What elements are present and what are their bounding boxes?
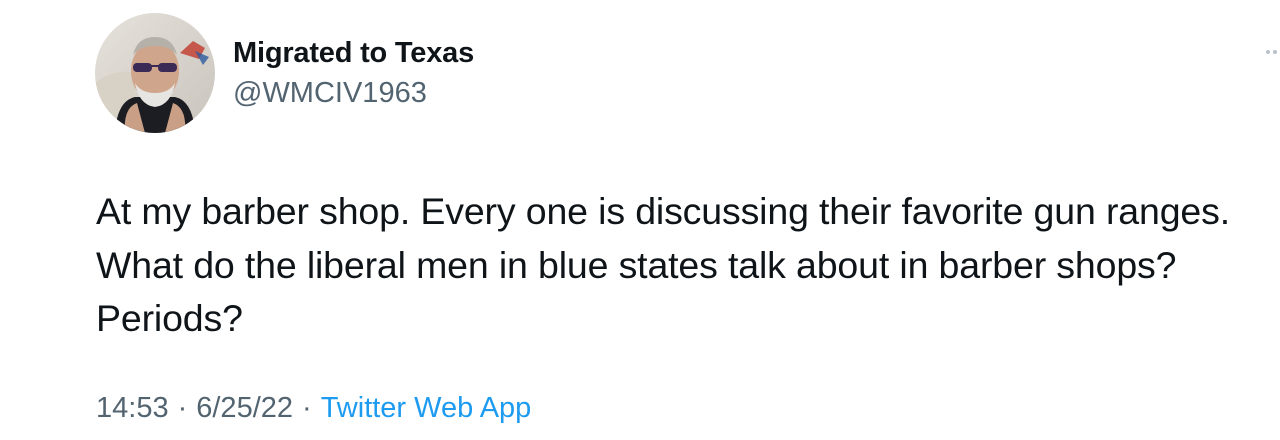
meta-separator: · — [302, 392, 312, 424]
tweet-meta: 14:53 · 6/25/22 · Twitter Web App — [96, 389, 531, 427]
more-dot — [1273, 50, 1277, 54]
tweet: Migrated to Texas @WMCIV1963 At my barbe… — [0, 0, 1280, 440]
more-dot — [1266, 50, 1270, 54]
avatar[interactable] — [95, 13, 215, 133]
tweet-source-link[interactable]: Twitter Web App — [321, 392, 532, 424]
meta-separator: · — [177, 392, 188, 424]
tweet-text: At my barber shop. Every one is discussi… — [96, 190, 1230, 339]
author-display-name[interactable]: Migrated to Texas — [233, 34, 474, 72]
tweet-time[interactable]: 14:53 — [96, 392, 169, 424]
tweet-date[interactable]: 6/25/22 — [196, 392, 293, 424]
avatar-photo-icon — [95, 13, 215, 133]
user-block: Migrated to Texas @WMCIV1963 — [233, 34, 474, 112]
more-horizontal-icon[interactable] — [1266, 45, 1280, 59]
author-handle[interactable]: @WMCIV1963 — [233, 74, 474, 112]
